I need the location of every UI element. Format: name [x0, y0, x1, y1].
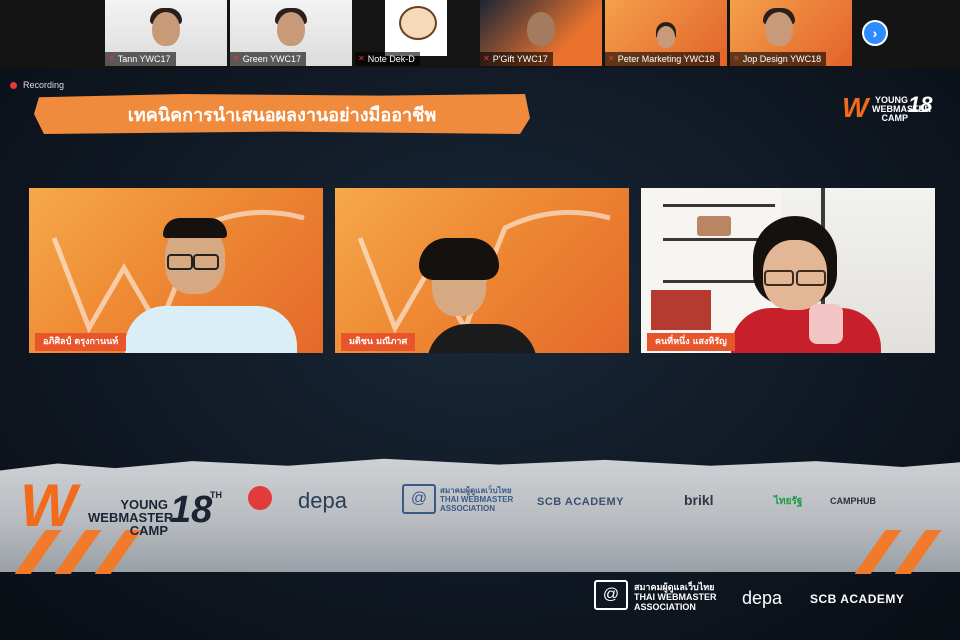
participant-name-tag: ✕ Note Dek-D [355, 52, 420, 66]
participant-tile[interactable]: ✕ Tann YWC17 [105, 0, 227, 66]
sponsor-text: สมาคมผู้ดูแลเว็บไทย [440, 486, 512, 495]
next-page-button[interactable]: › [862, 20, 888, 46]
sponsor-thairath: ไทยรัฐ [774, 496, 803, 507]
speaker-name-label: คนที่หนึ่ง แสงหิรัญ [647, 333, 735, 351]
sponsor-thai-webmaster: สมาคมผู้ดูแลเว็บไทย THAI WEBMASTER ASSOCIA… [634, 582, 717, 612]
muted-mic-icon: ✕ [483, 54, 490, 63]
avatar [152, 12, 180, 46]
speaker-name-label: มติชน มณีภาศ [341, 333, 416, 351]
participant-name: Jop Design YWC18 [742, 54, 822, 64]
muted-mic-icon: ✕ [733, 54, 740, 63]
logo-number: 18 [170, 489, 213, 531]
chevron-right-icon: › [872, 25, 878, 41]
sponsor-text: ASSOCIATION [634, 602, 696, 612]
sponsor-scb-academy: SCB ACADEMY [810, 592, 905, 606]
participant-name: Note Dek-D [367, 54, 415, 64]
participant-tile[interactable]: ✕ Jop Design YWC18 [730, 0, 852, 66]
participant-name: Tann YWC17 [117, 54, 171, 64]
glasses [193, 254, 219, 270]
sponsor-brikl: brikl [684, 492, 714, 508]
cartoon-avatar [385, 0, 447, 56]
speaker-video-tile[interactable]: คนที่หนึ่ง แสงหิรัญ [641, 188, 935, 353]
participant-tile[interactable]: ✕ P'Gift YWC17 [480, 0, 602, 66]
at-sign-icon: @ [402, 484, 436, 514]
glasses [167, 254, 193, 270]
participant-name-tag: ✕ Jop Design YWC18 [730, 52, 827, 66]
scarf [809, 304, 843, 344]
avatar [527, 12, 555, 46]
event-logo-large: W YOUNG WEBMASTER CAMP 18 TH [20, 472, 222, 558]
sponsor-text: THAI WEBMASTER [440, 495, 514, 504]
speaker-body [125, 306, 297, 353]
muted-mic-icon: ✕ [358, 54, 365, 63]
event-logo: W YOUNG WEBMASTER CAMP 18 [842, 90, 938, 126]
logo-text: YOUNG WEBMASTER CAMP [88, 498, 173, 538]
at-sign-icon: @ [594, 580, 628, 610]
participant-name: P'Gift YWC17 [492, 54, 548, 64]
muted-mic-icon: ✕ [608, 54, 615, 63]
logo-suffix: TH [210, 490, 222, 500]
sponsor-thai-webmaster: สมาคมผู้ดูแลเว็บไทย THAI WEBMASTER ASSOCIA… [440, 486, 513, 513]
participant-tile[interactable]: ✕ Note Dek-D [355, 0, 477, 66]
shelf [663, 204, 775, 207]
sponsor-logo-icon [248, 486, 272, 510]
avatar [657, 26, 675, 48]
books [651, 290, 711, 330]
sponsor-depa: depa [298, 488, 347, 513]
participant-name: Peter Marketing YWC18 [617, 54, 715, 64]
participant-name-tag: ✕ P'Gift YWC17 [480, 52, 553, 66]
logo-text: YOUNG WEBMASTER CAMP [872, 96, 931, 123]
logo-line: CAMP [881, 113, 909, 123]
participant-name-tag: ✕ Green YWC17 [230, 52, 307, 66]
sponsor-scb-academy: SCB ACADEMY [537, 496, 624, 508]
recording-label: Recording [23, 80, 65, 90]
participant-name-tag: ✕ Peter Marketing YWC18 [605, 52, 720, 66]
glasses [764, 270, 794, 286]
recording-indicator: Recording [10, 80, 64, 90]
speaker-name-label: อภิศิลป์ ตรุงกานนท์ [35, 333, 127, 351]
logo-mark: W [842, 92, 869, 123]
speaker-hair [163, 218, 227, 238]
logo-number: 18 [908, 92, 933, 117]
sponsor-text: ASSOCIATION [440, 504, 495, 513]
speaker-video-tile[interactable]: มติชน มณีภาศ [335, 188, 629, 353]
participant-tile[interactable]: ✕ Green YWC17 [230, 0, 352, 66]
logo-line: CAMP [129, 523, 168, 538]
session-title: เทคนิคการนำเสนอผลงานอย่างมืออาชีพ [34, 94, 530, 134]
sponsor-text: THAI WEBMASTER [634, 592, 717, 602]
sponsor-text: สมาคมผู้ดูแลเว็บไทย [634, 582, 715, 592]
record-icon [10, 81, 17, 89]
speaker-video-tile[interactable]: อภิศิลป์ ตรุงกานนท์ [29, 188, 323, 353]
participant-strip: ✕ Tann YWC17 ✕ Green YWC17 ✕ Note Dek-D ✕ P'… [0, 0, 960, 68]
participant-name: Green YWC17 [242, 54, 302, 64]
muted-mic-icon: ✕ [108, 54, 115, 63]
participant-tile[interactable]: ✕ Peter Marketing YWC18 [605, 0, 727, 66]
speaker-hair [419, 238, 499, 280]
avatar [399, 6, 437, 40]
participant-name-tag: ✕ Tann YWC17 [105, 52, 176, 66]
glasses [796, 270, 826, 286]
avatar [277, 12, 305, 46]
sponsor-camphub: CAMPHUB [830, 496, 876, 506]
sponsor-depa: depa [742, 588, 783, 608]
muted-mic-icon: ✕ [233, 54, 240, 63]
shelf-decor [697, 216, 731, 236]
logo-mark: W [20, 472, 77, 539]
speaker-body [731, 308, 881, 353]
avatar [764, 12, 793, 46]
